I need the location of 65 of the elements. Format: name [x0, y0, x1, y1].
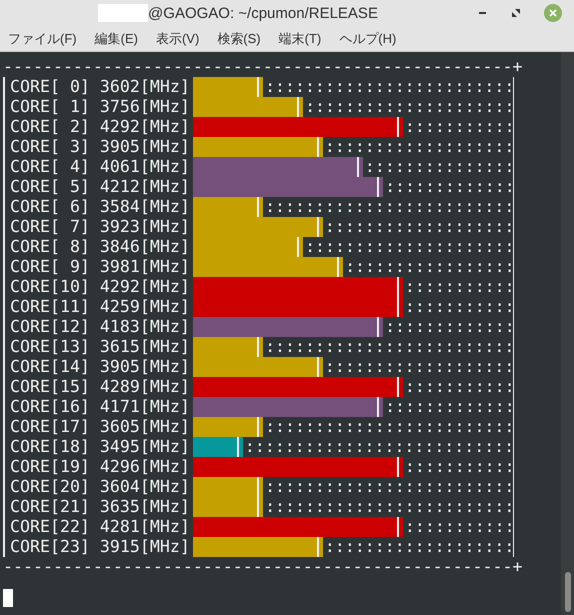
window-title: @GAOGAO: ~/cpumon/RELEASE: [148, 6, 378, 20]
core-frequency: CORE[20] 3604[MHz]: [9, 477, 191, 497]
menu-item[interactable]: 端末(T): [278, 32, 322, 45]
empty-track: :::::::::::::::::::::: [304, 97, 514, 117]
empty-track: :::::::::::::: [384, 177, 515, 197]
empty-track: :::::::::::::::: [364, 157, 514, 177]
menu-item[interactable]: 検索(S): [217, 32, 261, 45]
scrollbar[interactable]: [561, 52, 574, 615]
empty-track: :::::::::::::::::::: [324, 357, 514, 377]
empty-track: :::::::::::::::::::::::::: [264, 197, 514, 217]
empty-track: :::::::::::::::::::::: [304, 237, 514, 257]
menu-item[interactable]: ファイル(F): [8, 32, 77, 45]
menu-item[interactable]: ヘルプ(H): [339, 32, 396, 45]
core-frequency: CORE[ 5] 4212[MHz]: [9, 177, 191, 197]
restore-icon: [512, 9, 520, 17]
close-button[interactable]: [544, 4, 562, 22]
core-frequency: CORE[17] 3605[MHz]: [9, 417, 191, 437]
core-frequency: CORE[19] 4296[MHz]: [9, 457, 191, 477]
core-frequency: CORE[ 9] 3981[MHz]: [9, 257, 191, 277]
core-frequency: CORE[13] 3615[MHz]: [9, 337, 191, 357]
empty-track: :::::::::::::::::::: [324, 217, 514, 237]
empty-track: :::::::::::: [404, 297, 515, 317]
empty-track: :::::::::::::: [384, 317, 515, 337]
empty-track: :::::::::::::::::::::::::: [264, 417, 514, 437]
menu-item[interactable]: 表示(V): [156, 32, 200, 45]
empty-track: :::::::::::: [404, 377, 515, 397]
core-frequency: CORE[ 0] 3602[MHz]: [9, 77, 191, 97]
core-frequency: CORE[16] 4171[MHz]: [9, 397, 191, 417]
empty-track: :::::::::::: [404, 277, 515, 297]
core-frequency: CORE[ 7] 3923[MHz]: [9, 217, 191, 237]
core-frequency: CORE[22] 4281[MHz]: [9, 517, 191, 537]
core-frequency: CORE[ 6] 3584[MHz]: [9, 197, 191, 217]
empty-track: :::::::::::::::::::::::::: [264, 497, 514, 517]
redacted-area: [98, 4, 148, 22]
core-frequency: CORE[21] 3635[MHz]: [9, 497, 191, 517]
empty-track: :::::::::::::::::::::::::::: [244, 437, 514, 457]
bottom-border: ---------------------------------------------------+: [3, 557, 522, 577]
text-cursor: [3, 589, 13, 607]
empty-track: :::::::::::::::::::::::::: [264, 77, 514, 97]
core-frequency: CORE[12] 4183[MHz]: [9, 317, 191, 337]
empty-track: :::::::::::: [404, 517, 515, 537]
core-frequency: CORE[ 3] 3905[MHz]: [9, 137, 191, 157]
core-frequency: CORE[14] 3905[MHz]: [9, 357, 191, 377]
core-frequency: CORE[11] 4259[MHz]: [9, 297, 191, 317]
top-border: ---------------------------------------------------+: [3, 57, 522, 77]
core-frequency: CORE[10] 4292[MHz]: [9, 277, 191, 297]
empty-track: :::::::::::::::::::::::::: [264, 337, 514, 357]
empty-track: :::::::::::::::::::::::::: [264, 477, 514, 497]
core-frequency: CORE[15] 4289[MHz]: [9, 377, 191, 397]
empty-track: :::::::::::: [404, 117, 515, 137]
core-frequency: CORE[ 4] 4061[MHz]: [9, 157, 191, 177]
maximize-button[interactable]: [510, 7, 522, 19]
scrollbar-thumb[interactable]: [564, 572, 570, 612]
core-frequency: CORE[ 8] 3846[MHz]: [9, 237, 191, 257]
close-icon: [549, 9, 557, 17]
empty-track: :::::::::::: [404, 457, 515, 477]
menu-item[interactable]: 編集(E): [94, 32, 138, 45]
empty-track: :::::::::::::::::::: [324, 537, 514, 557]
core-frequency: CORE[ 2] 4292[MHz]: [9, 117, 191, 137]
core-frequency: CORE[23] 3915[MHz]: [9, 537, 191, 557]
empty-track: :::::::::::::::::: [344, 257, 515, 277]
empty-track: :::::::::::::: [384, 397, 515, 417]
core-frequency: CORE[ 1] 3756[MHz]: [9, 97, 191, 117]
core-frequency: CORE[18] 3495[MHz]: [9, 437, 191, 457]
empty-track: :::::::::::::::::::: [324, 137, 514, 157]
